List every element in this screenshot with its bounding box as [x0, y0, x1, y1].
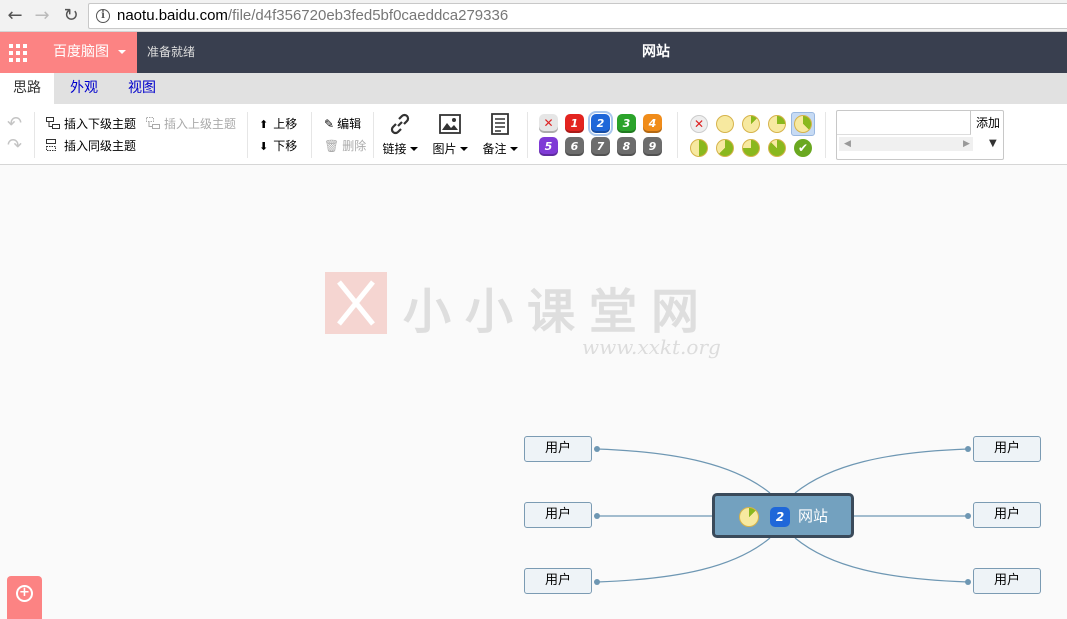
- progress-7-icon[interactable]: [768, 139, 786, 157]
- image-button[interactable]: 图片: [430, 112, 470, 157]
- insert-child-button[interactable]: 插入下级主题: [46, 116, 136, 132]
- arrow-down-icon: ⬇: [259, 140, 269, 153]
- mindmap-node-user[interactable]: 用户: [973, 502, 1041, 528]
- priority-1-icon[interactable]: 1: [565, 114, 584, 133]
- move-down-button[interactable]: ⬇ 下移: [259, 138, 297, 155]
- undo-icon[interactable]: ↶: [7, 115, 22, 133]
- edit-label: 编辑: [337, 117, 362, 131]
- edit-button[interactable]: ✎ 编辑: [324, 116, 361, 132]
- note-icon: [491, 113, 509, 135]
- add-resource-button[interactable]: 添加: [972, 111, 1004, 135]
- resource-dropdown-icon[interactable]: ▼: [989, 138, 997, 149]
- zoom-in-button[interactable]: +: [7, 576, 42, 619]
- progress-2-icon[interactable]: [768, 115, 786, 133]
- redo-icon[interactable]: ↷: [7, 137, 22, 155]
- reload-icon[interactable]: ↻: [60, 5, 82, 27]
- pencil-icon: ✎: [324, 117, 335, 131]
- tab-idea[interactable]: 思路: [0, 73, 54, 104]
- trash-icon: 🗑: [324, 139, 340, 153]
- delete-button[interactable]: 🗑 删除: [324, 138, 366, 154]
- link-icon: [390, 113, 410, 135]
- arrow-up-icon: ⬆: [259, 118, 269, 131]
- priority-8-icon[interactable]: 8: [617, 137, 636, 156]
- back-icon[interactable]: ←: [4, 5, 26, 27]
- priority-7-icon[interactable]: 7: [591, 137, 610, 156]
- priority-5-icon[interactable]: 5: [539, 137, 558, 156]
- priority-9-icon[interactable]: 9: [643, 137, 662, 156]
- info-icon[interactable]: i: [96, 9, 110, 23]
- insert-parent-icon: [146, 117, 160, 129]
- insert-sibling-button[interactable]: 插入同级主题: [46, 138, 136, 154]
- app-header: 百度脑图 准备就绪 网站: [0, 32, 1067, 73]
- progress-6-icon[interactable]: [742, 139, 760, 157]
- note-label: 备注: [482, 142, 507, 156]
- insert-parent-label: 插入上级主题: [164, 117, 237, 131]
- insert-parent-button[interactable]: 插入上级主题: [146, 116, 236, 132]
- save-status: 准备就绪: [147, 45, 196, 59]
- mindmap-canvas[interactable]: 小小课堂网 www.xxkt.org 用户 用户 用户 用户 用户 用户 2 网…: [0, 165, 1067, 619]
- resource-scrollbar[interactable]: ◀ ▶: [839, 137, 973, 151]
- progress-0-icon[interactable]: [716, 115, 734, 133]
- priority-2-icon[interactable]: 2: [588, 111, 613, 136]
- resource-input[interactable]: [837, 111, 971, 135]
- progress-clear-icon[interactable]: ✕: [690, 115, 708, 133]
- delete-label: 删除: [342, 139, 367, 153]
- mindmap-node-user[interactable]: 用户: [524, 502, 592, 528]
- progress-4-icon[interactable]: [690, 139, 708, 157]
- insert-child-icon: [46, 117, 60, 129]
- url-text[interactable]: naotu.baidu.com/file/d4f356720eb3fed5bf0…: [117, 7, 508, 24]
- mindmap-node-user[interactable]: 用户: [524, 568, 592, 594]
- tab-view[interactable]: 视图: [115, 73, 169, 104]
- mindmap-node-user[interactable]: 用户: [524, 436, 592, 462]
- mindmap-node-user[interactable]: 用户: [973, 436, 1041, 462]
- brand-label: 百度脑图: [53, 44, 109, 60]
- priority-badge-icon[interactable]: 2: [770, 507, 790, 527]
- url-host: naotu.baidu.com: [117, 7, 228, 24]
- resource-editor: 添加 ◀ ▶ ▼: [836, 110, 1004, 160]
- note-button[interactable]: 备注: [480, 112, 520, 157]
- address-bar[interactable]: i naotu.baidu.com/file/d4f356720eb3fed5b…: [88, 3, 1067, 29]
- priority-4-icon[interactable]: 4: [643, 114, 662, 133]
- scroll-left-icon[interactable]: ◀: [844, 138, 851, 150]
- chevron-down-icon: [509, 147, 518, 151]
- progress-done-icon[interactable]: ✔: [794, 139, 812, 157]
- forward-icon[interactable]: →: [31, 5, 53, 27]
- priority-clear-icon[interactable]: ✕: [539, 114, 558, 133]
- document-title[interactable]: 网站: [600, 32, 712, 73]
- mindmap-node-user[interactable]: 用户: [973, 568, 1041, 594]
- chevron-down-icon: [409, 147, 418, 151]
- brand-menu-button[interactable]: 百度脑图: [37, 32, 137, 73]
- insert-child-label: 插入下级主题: [64, 117, 137, 131]
- mindmap-connectors: [594, 446, 971, 585]
- chevron-down-icon: [459, 147, 468, 151]
- move-down-label: 下移: [273, 139, 298, 153]
- link-button[interactable]: 链接: [380, 112, 420, 157]
- move-up-button[interactable]: ⬆ 上移: [259, 116, 297, 133]
- image-label: 图片: [432, 142, 457, 156]
- progress-1-icon[interactable]: [742, 115, 760, 133]
- insert-sibling-label: 插入同级主题: [64, 139, 137, 153]
- url-path: /file/d4f356720eb3fed5bf0caeddca279336: [227, 7, 509, 24]
- image-icon: [439, 114, 461, 134]
- scroll-right-icon[interactable]: ▶: [963, 138, 970, 150]
- apps-grid-icon[interactable]: [0, 32, 37, 73]
- link-label: 链接: [382, 142, 407, 156]
- zoom-in-icon: +: [16, 585, 33, 602]
- browser-toolbar: ← → ↻ i naotu.baidu.com/file/d4f356720eb…: [0, 0, 1067, 32]
- root-node-label: 网站: [798, 507, 829, 525]
- insert-sibling-icon: [46, 139, 56, 151]
- chevron-down-icon: [118, 50, 127, 54]
- tab-appearance[interactable]: 外观: [57, 73, 111, 104]
- tab-bar: 思路 外观 视图: [0, 73, 1067, 104]
- progress-3-icon[interactable]: [794, 115, 812, 133]
- editor-toolbar: ↶ ↷ 插入下级主题 插入上级主题 插入同级主题 ⬆ 上移 ⬇ 下移 ✎ 编辑 🗑 删除…: [0, 104, 1067, 165]
- progress-5-icon[interactable]: [716, 139, 734, 157]
- mindmap-root-node[interactable]: 2 网站: [712, 493, 854, 538]
- priority-6-icon[interactable]: 6: [565, 137, 584, 156]
- progress-icon[interactable]: [739, 507, 759, 527]
- move-up-label: 上移: [273, 117, 298, 131]
- priority-3-icon[interactable]: 3: [617, 114, 636, 133]
